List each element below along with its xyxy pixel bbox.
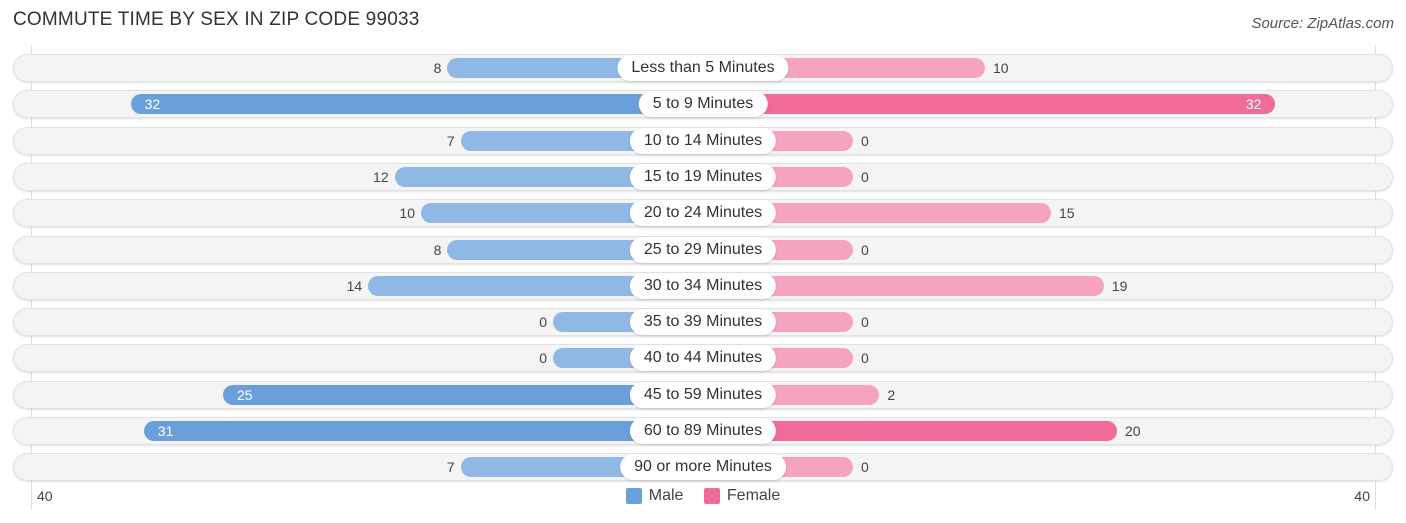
value-label-female: 2	[887, 386, 896, 403]
category-label: 90 or more Minutes	[620, 454, 786, 481]
value-label-male: 7	[446, 459, 455, 476]
category-label: 15 to 19 Minutes	[629, 163, 777, 190]
category-label: 25 to 29 Minutes	[629, 236, 777, 263]
value-label-female: 0	[861, 459, 869, 476]
value-label-male: 32	[144, 96, 161, 113]
value-label-male: 12	[373, 168, 389, 185]
legend-item-male: Male	[625, 487, 684, 505]
value-label-male: 0	[539, 350, 547, 367]
category-label: 40 to 44 Minutes	[629, 345, 777, 372]
value-label-male: 0	[539, 314, 547, 331]
bar-female	[703, 94, 1276, 115]
value-label-male: 7	[446, 132, 455, 149]
category-label: 10 to 14 Minutes	[629, 127, 777, 154]
value-label-female: 19	[1111, 277, 1128, 294]
value-label-male: 8	[433, 241, 442, 258]
legend-item-female: Female	[703, 487, 781, 505]
value-label-female: 0	[861, 314, 869, 331]
category-label: 30 to 34 Minutes	[629, 272, 777, 299]
legend: Male Female	[0, 487, 1406, 509]
category-label: Less than 5 Minutes	[617, 55, 789, 81]
value-label-female: 20	[1125, 423, 1141, 439]
legend-label-male: Male	[648, 487, 684, 504]
bar-male	[130, 94, 703, 115]
value-label-female: 15	[1059, 205, 1075, 222]
legend-label-female: Female	[726, 487, 781, 504]
category-label: 5 to 9 Minutes	[638, 91, 768, 118]
value-label-female: 0	[861, 168, 869, 185]
chart-title: COMMUTE TIME BY SEX IN ZIP CODE 99033	[13, 9, 420, 30]
legend-swatch-male	[625, 488, 642, 504]
value-label-male: 14	[346, 277, 363, 294]
value-label-male: 8	[433, 60, 442, 76]
value-label-male: 10	[399, 205, 415, 222]
value-label-female: 0	[861, 241, 869, 258]
value-label-female: 0	[861, 350, 869, 367]
value-label-male: 25	[237, 386, 253, 403]
category-label: 45 to 59 Minutes	[629, 381, 777, 408]
source-label: Source: ZipAtlas.com	[1251, 15, 1394, 32]
category-label: 20 to 24 Minutes	[629, 200, 777, 227]
legend-swatch-female	[703, 488, 720, 504]
category-label: 60 to 89 Minutes	[629, 418, 777, 444]
value-label-female: 32	[1245, 96, 1262, 113]
bar-male	[143, 421, 703, 441]
value-label-female: 10	[993, 60, 1009, 76]
value-label-male: 31	[157, 423, 174, 439]
value-label-female: 0	[861, 132, 869, 149]
category-label: 35 to 39 Minutes	[629, 309, 777, 336]
